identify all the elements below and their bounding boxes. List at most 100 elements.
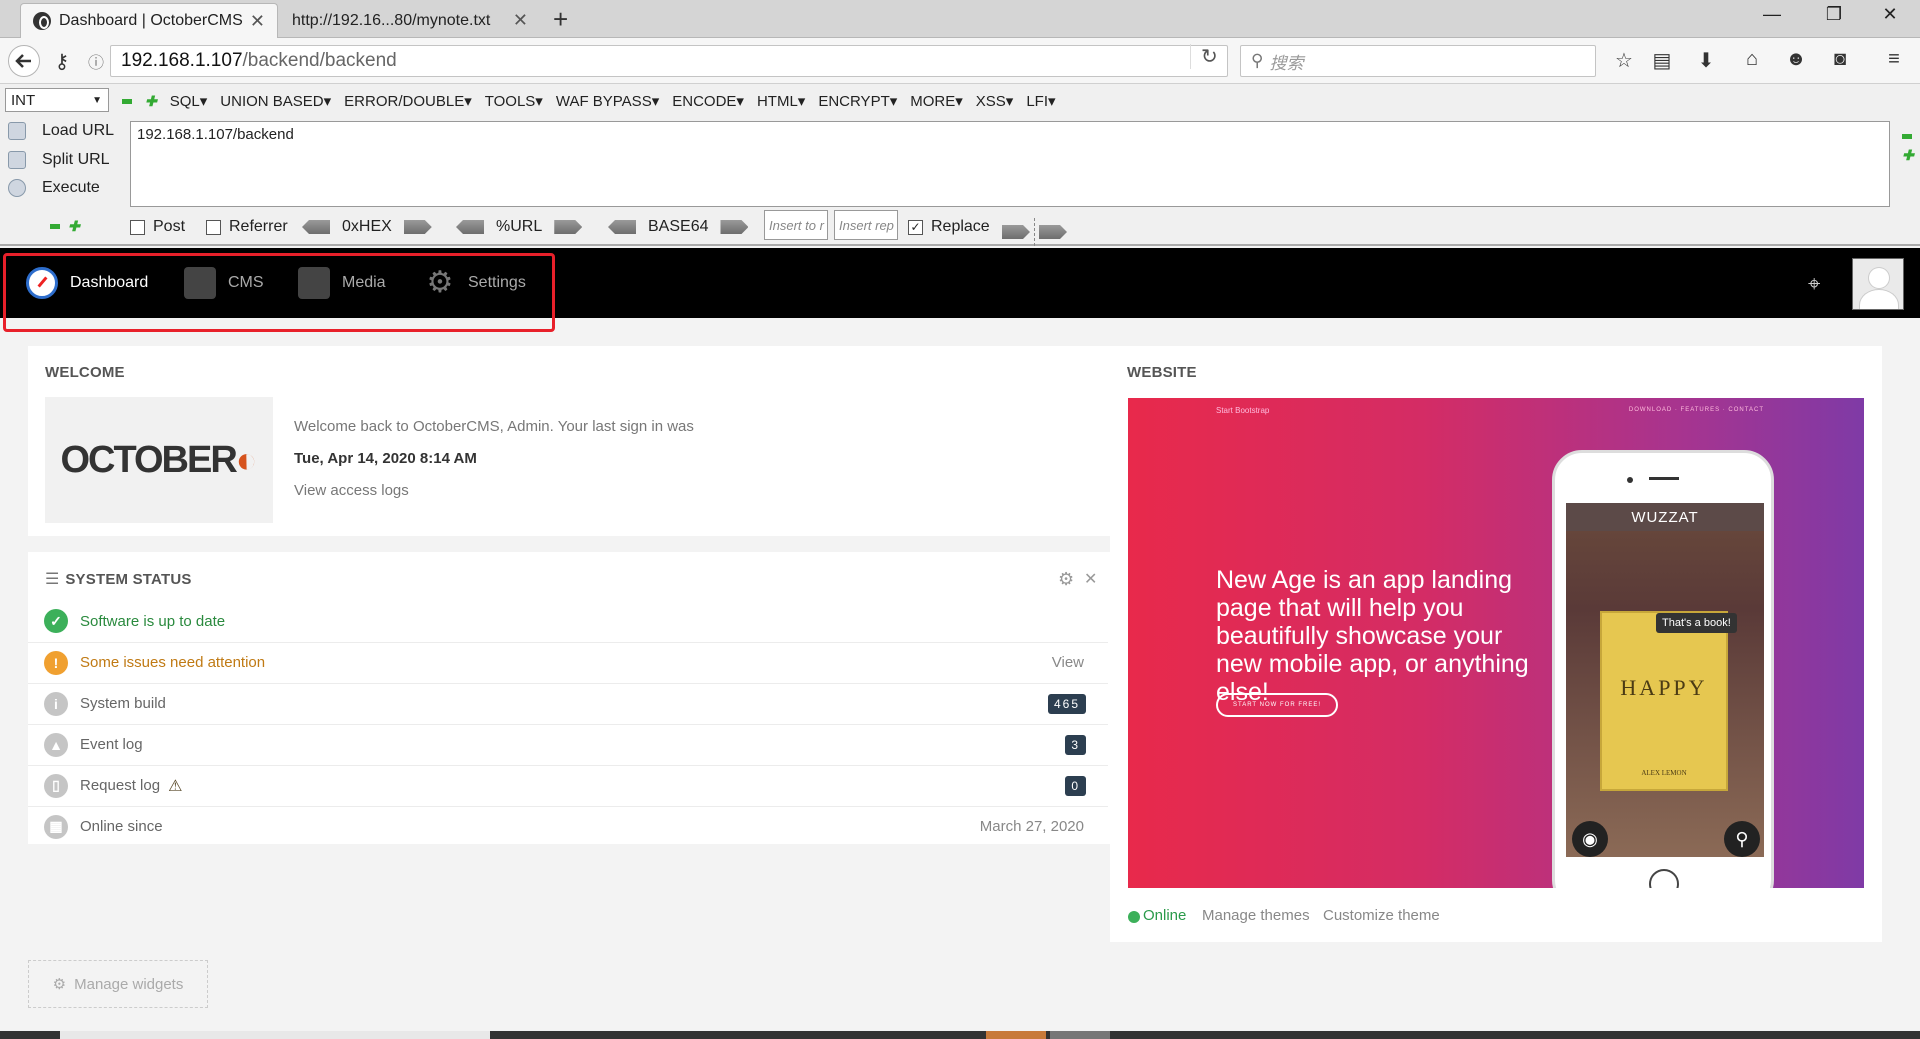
taskbar-item[interactable]	[986, 1031, 1046, 1039]
back-button[interactable]	[8, 45, 40, 77]
insert-to-input[interactable]: Insert to r	[764, 210, 828, 240]
left-arrow-icon[interactable]	[608, 220, 636, 234]
collapse-icon[interactable]	[1902, 127, 1912, 144]
zoom-controls: ✚	[50, 218, 80, 236]
tab-title: http://192.16...80/mynote.txt	[292, 11, 491, 29]
preview-crosshair-icon[interactable]: ⌖	[1808, 271, 1820, 297]
view-access-logs-link[interactable]: View access logs	[294, 482, 409, 499]
close-tab-icon[interactable]: ✕	[250, 11, 265, 32]
taskbar-item[interactable]	[60, 1031, 490, 1039]
reload-icon[interactable]: ↻	[1190, 44, 1218, 69]
status-label: Software is up to date	[80, 612, 226, 630]
expand-icon[interactable]: ✚	[68, 218, 80, 236]
status-row[interactable]: ▯ Request log ⚠ 0	[28, 765, 1108, 805]
navigation-toolbar: ⚷ ⓘ 192.168.1.107/backend/backend ↻ ⚲ 搜索…	[0, 38, 1920, 84]
expand-icon[interactable]: ✚	[1902, 146, 1914, 164]
chevron-down-icon: ▼	[92, 94, 102, 106]
right-arrow-icon[interactable]	[1039, 225, 1067, 239]
book-title: HAPPY	[1620, 675, 1708, 700]
menu-html[interactable]: HTML▾	[757, 92, 805, 110]
menu-encrypt[interactable]: ENCRYPT▾	[818, 92, 897, 110]
menu-more[interactable]: MORE▾	[910, 92, 963, 110]
execute-button[interactable]: Execute	[8, 179, 100, 197]
checkbox-icon	[130, 219, 145, 235]
customize-theme-link[interactable]: Customize theme	[1323, 907, 1440, 924]
load-url-icon	[8, 122, 26, 140]
post-checkbox[interactable]: Post	[130, 218, 185, 236]
url-textarea[interactable]: 192.168.1.107/backend	[130, 121, 1890, 207]
info-icon[interactable]: ⓘ	[80, 45, 112, 77]
widget-settings-icon[interactable]: ⚙	[1058, 569, 1074, 590]
url-encoder: %URL	[456, 218, 583, 236]
referrer-checkbox[interactable]: Referrer	[206, 218, 288, 236]
collapse-icon[interactable]	[122, 92, 132, 110]
close-tab-icon[interactable]: ✕	[513, 10, 528, 31]
october-favicon-icon	[33, 12, 51, 30]
menu-encode[interactable]: ENCODE▾	[672, 92, 744, 110]
online-status-label: Online	[1143, 907, 1187, 924]
status-label: Event log	[80, 736, 143, 753]
gears-icon: ⚙	[52, 976, 67, 993]
right-arrow-icon[interactable]	[554, 220, 583, 234]
tab-dashboard[interactable]: Dashboard | OctoberCMS ✕	[20, 3, 278, 38]
right-arrow-icon[interactable]	[720, 220, 749, 234]
manage-themes-link[interactable]: Manage themes	[1202, 907, 1310, 924]
load-url-button[interactable]: Load URL	[8, 122, 114, 140]
manage-widgets-button[interactable]: ⚙ Manage widgets	[28, 960, 208, 1008]
avatar[interactable]	[1852, 258, 1904, 310]
base64-encoder: BASE64	[608, 218, 749, 236]
menu-sql[interactable]: SQL▾	[170, 92, 208, 110]
menu-error-double[interactable]: ERROR/DOUBLE▾	[344, 92, 472, 110]
replace-checkbox[interactable]: ✓ Replace	[908, 218, 990, 236]
hackbar-panel: INT ▼ ✚ SQL▾ UNION BASED▾ ERROR/DOUBLE▾ …	[0, 84, 1920, 246]
browser-tab-strip: Dashboard | OctoberCMS ✕ http://192.16..…	[0, 0, 1920, 38]
status-label: Request log	[80, 777, 161, 794]
left-arrow-icon[interactable]	[456, 220, 484, 234]
welcome-message: Welcome back to OctoberCMS, Admin. Your …	[294, 418, 694, 435]
info-icon: i	[44, 691, 68, 716]
chat-icon[interactable]: ☻	[1782, 48, 1810, 71]
reading-list-icon[interactable]: ▤	[1648, 48, 1676, 73]
type-select[interactable]: INT ▼	[5, 88, 109, 112]
menu-lfi[interactable]: LFI▾	[1026, 92, 1055, 110]
menu-xss[interactable]: XSS▾	[976, 92, 1014, 110]
key-icon[interactable]: ⚷	[46, 45, 78, 77]
search-input[interactable]: ⚲ 搜索	[1240, 45, 1596, 77]
menu-union-based[interactable]: UNION BASED▾	[220, 92, 331, 110]
preview-brand: Start Bootstrap	[1216, 406, 1270, 415]
new-tab-button[interactable]: +	[553, 6, 568, 32]
menu-tools[interactable]: TOOLS▾	[485, 92, 543, 110]
right-arrow-icon[interactable]	[403, 220, 432, 234]
calendar-icon: ▦	[44, 814, 68, 839]
back-arrow-icon	[15, 54, 31, 68]
left-arrow-icon[interactable]	[302, 220, 330, 234]
right-arrow-icon[interactable]	[1002, 225, 1030, 239]
url-bar[interactable]: 192.168.1.107/backend/backend	[110, 45, 1228, 77]
highlight-annotation-box	[3, 253, 555, 332]
website-preview[interactable]: Start Bootstrap DOWNLOAD · FEATURES · CO…	[1128, 398, 1864, 888]
status-row[interactable]: ▲ Event log 3	[28, 724, 1108, 764]
download-icon[interactable]: ⬇	[1692, 48, 1720, 73]
menu-icon[interactable]: ≡	[1880, 48, 1908, 71]
home-icon[interactable]: ⌂	[1738, 48, 1766, 71]
restore-button[interactable]: ❐	[1812, 4, 1856, 25]
drag-handle-icon[interactable]: ☰	[45, 569, 59, 589]
minimize-button[interactable]: —	[1750, 4, 1794, 25]
close-window-button[interactable]: ✕	[1868, 4, 1912, 25]
logo-text: OCTOBER	[60, 438, 237, 481]
pocket-icon[interactable]: ◙	[1826, 48, 1854, 71]
expand-icon[interactable]: ✚	[145, 92, 157, 110]
tab-mynote[interactable]: http://192.16...80/mynote.txt ✕	[280, 3, 540, 38]
menu-waf-bypass[interactable]: WAF BYPASS▾	[556, 92, 659, 110]
bookmark-star-icon[interactable]: ☆	[1610, 48, 1638, 73]
view-issues-link[interactable]: View	[1052, 654, 1084, 671]
collapse-icon[interactable]	[50, 218, 60, 236]
phone-camera	[1627, 477, 1633, 483]
split-url-button[interactable]: Split URL	[8, 151, 110, 169]
preview-nav: DOWNLOAD · FEATURES · CONTACT	[1628, 407, 1764, 413]
widget-close-icon[interactable]: ✕	[1084, 569, 1097, 589]
preview-cta-button: START NOW FOR FREE!	[1216, 693, 1338, 717]
insert-replace-input[interactable]: Insert rep	[834, 210, 898, 240]
taskbar-item[interactable]	[1050, 1031, 1110, 1039]
phone-home-button	[1649, 869, 1679, 888]
